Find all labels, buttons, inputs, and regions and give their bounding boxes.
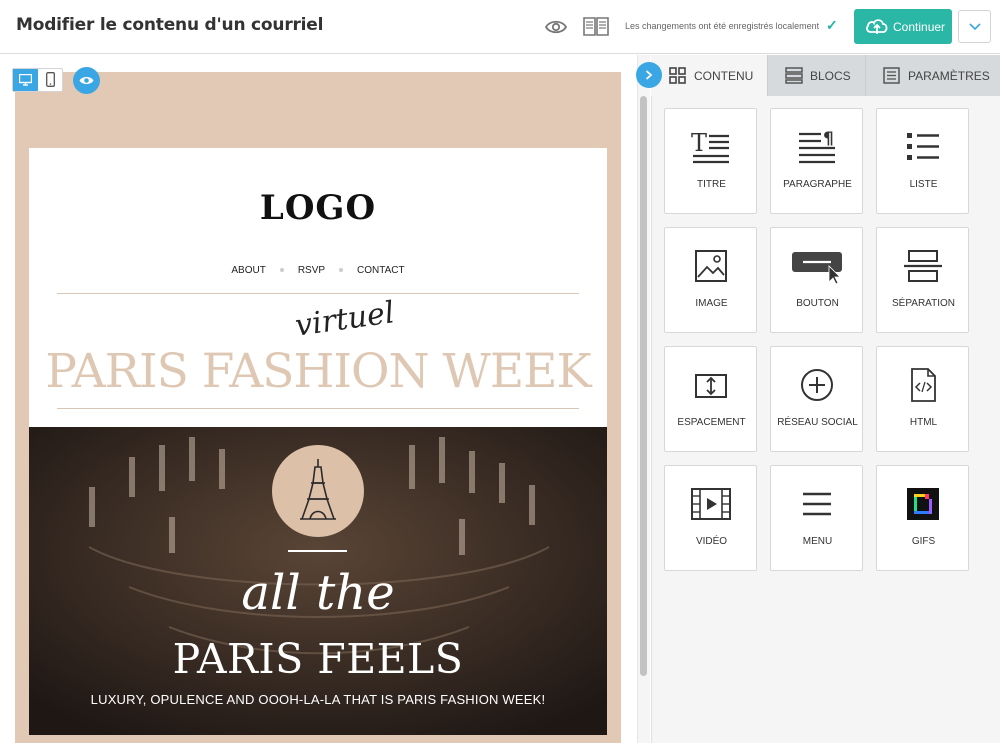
social-plus-icon	[801, 369, 833, 401]
nav-separator-dot	[279, 268, 284, 273]
email-headline: PARIS FASHION WEEK	[45, 344, 591, 399]
title-icon: T	[691, 129, 729, 164]
collapse-panel-button[interactable]	[636, 62, 662, 88]
eiffel-tower-icon	[300, 459, 336, 520]
block-label: MENU	[802, 536, 833, 547]
video-icon	[691, 488, 731, 520]
blocks-icon	[785, 67, 803, 84]
html-file-icon	[911, 368, 936, 402]
preview-toggle-button[interactable]	[73, 67, 100, 94]
block-label: VIDÉO	[695, 536, 728, 547]
block-tile-html[interactable]: HTML	[876, 346, 969, 452]
gifs-icon	[907, 488, 939, 520]
cloud-upload-icon	[866, 19, 888, 34]
page-title: Modifier le contenu d'un courriel	[16, 15, 324, 35]
menu-icon	[803, 492, 831, 516]
svg-text:¶: ¶	[823, 129, 834, 149]
eye-icon	[79, 76, 94, 85]
nav-separator-dot	[339, 268, 344, 273]
svg-text:T: T	[691, 129, 707, 157]
block-tile-video[interactable]: VIDÉO	[664, 465, 757, 571]
desktop-icon	[19, 74, 32, 86]
check-icon: ✓	[826, 17, 838, 33]
grid-icon	[669, 67, 686, 84]
button-icon	[792, 252, 842, 284]
panel-tabs: CONTENU BLOCS PARAMÈTRES	[651, 55, 1000, 96]
continue-label: Continuer	[893, 20, 946, 34]
list-icon	[907, 133, 939, 160]
tab-contenu[interactable]: CONTENU	[651, 55, 767, 96]
hero-script-text: all the	[241, 565, 395, 621]
save-status: Les changements ont été enregistrés loca…	[625, 21, 820, 31]
settings-doc-icon	[883, 67, 900, 84]
view-mode-toggle	[12, 68, 63, 92]
block-label: IMAGE	[695, 298, 728, 309]
top-bar: Modifier le contenu d'un courriel Les ch…	[0, 0, 1000, 54]
tab-contenu-label: CONTENU	[694, 69, 754, 83]
block-tile-espacement[interactable]: ESPACEMENT	[664, 346, 757, 452]
email-editor: Modifier le contenu d'un courriel Les ch…	[0, 0, 1000, 743]
image-icon	[695, 250, 727, 282]
tab-blocs-label: BLOCS	[810, 69, 851, 83]
block-tile-gifs[interactable]: GIFS	[876, 465, 969, 571]
chevron-right-icon	[645, 70, 653, 80]
divider-line	[57, 408, 579, 409]
block-label: TITRE	[697, 179, 726, 190]
desktop-view-button[interactable]	[13, 69, 38, 91]
email-nav: ABOUT RSVP CONTACT	[29, 265, 607, 276]
block-label: GIFS	[911, 536, 936, 547]
tab-parametres[interactable]: PARAMÈTRES	[865, 55, 1000, 96]
nav-item-rsvp[interactable]: RSVP	[298, 265, 325, 276]
open-book-icon[interactable]	[583, 15, 609, 37]
nav-item-contact[interactable]: CONTACT	[357, 265, 405, 276]
email-header-block[interactable]: LOGO ABOUT RSVP CONTACT PARIS FASHION WEEK…	[29, 148, 607, 428]
block-label: SÉPARATION	[892, 298, 955, 309]
continue-button[interactable]: Continuer	[854, 9, 952, 44]
block-label: HTML	[909, 417, 938, 428]
block-label: BOUTON	[796, 298, 839, 309]
block-tile-image[interactable]: IMAGE	[664, 227, 757, 333]
block-tile-paragraphe[interactable]: ¶ PARAGRAPHE	[770, 108, 863, 214]
content-blocks-grid: T TITRE ¶ PARAGRAPHE LISTE IMAGE BOUTON …	[664, 108, 970, 572]
spacing-icon	[695, 374, 727, 398]
mobile-view-button[interactable]	[38, 69, 63, 91]
block-label: PARAGRAPHE	[783, 179, 852, 190]
script-word: virtuel	[293, 295, 397, 344]
block-tile-menu[interactable]: MENU	[770, 465, 863, 571]
divider-line	[57, 293, 579, 294]
separator-icon	[904, 250, 942, 282]
canvas-scrollbar-thumb[interactable]	[640, 96, 647, 676]
hero-divider	[288, 550, 347, 552]
block-label: LISTE	[909, 179, 938, 190]
mobile-icon	[46, 72, 55, 87]
hero-title: PARIS FEELS	[172, 635, 464, 683]
paragraph-icon: ¶	[799, 129, 835, 164]
tab-blocs[interactable]: BLOCS	[767, 55, 865, 96]
block-tile-separation[interactable]: SÉPARATION	[876, 227, 969, 333]
eiffel-tower-medallion	[272, 445, 364, 537]
nav-item-about[interactable]: ABOUT	[231, 265, 265, 276]
block-label: RÉSEAU SOCIAL	[777, 417, 858, 428]
block-label: ESPACEMENT	[677, 417, 746, 428]
block-tile-bouton[interactable]: BOUTON	[770, 227, 863, 333]
tab-parametres-label: PARAMÈTRES	[908, 69, 990, 83]
hero-subtitle: LUXURY, OPULENCE AND OOOH-LA-LA THAT IS …	[90, 692, 546, 707]
preview-eye-icon[interactable]	[544, 17, 568, 37]
block-tile-titre[interactable]: T TITRE	[664, 108, 757, 214]
block-tile-reseau-social[interactable]: RÉSEAU SOCIAL	[770, 346, 863, 452]
chevron-down-icon	[969, 23, 981, 31]
block-tile-liste[interactable]: LISTE	[876, 108, 969, 214]
email-logo: LOGO	[259, 188, 377, 228]
email-hero-block[interactable]: all the PARIS FEELS LUXURY, OPULENCE AND…	[29, 427, 607, 735]
continue-dropdown-button[interactable]	[958, 10, 991, 43]
